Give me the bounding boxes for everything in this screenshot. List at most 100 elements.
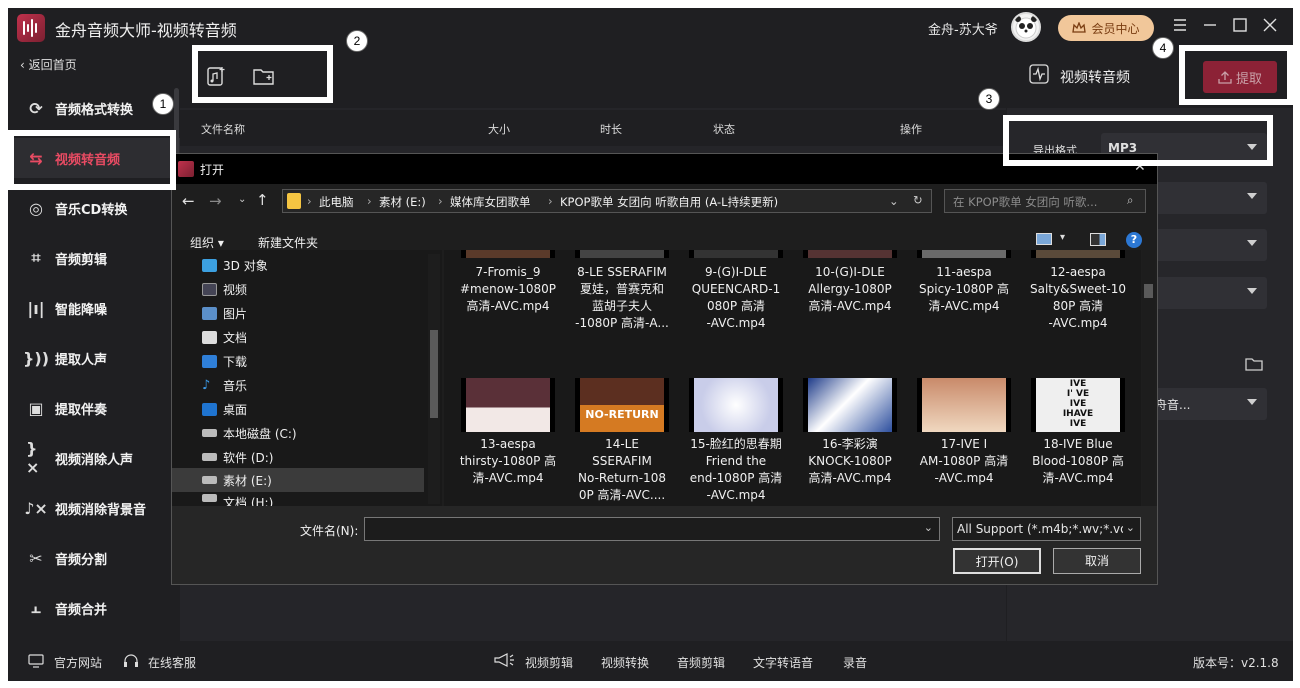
file-item[interactable]: 11-aespa Spicy-1080P 高 清-AVC.mp4 [910, 250, 1018, 350]
file-item[interactable]: 12-aespa Salty&Sweet-10 80P 高清 -AVC.mp4 [1024, 250, 1132, 350]
new-folder-button[interactable]: 新建文件夹 [258, 234, 318, 251]
file-item[interactable]: 8-LE SSERAFIM 夏娃，普赛克和 蓝胡子夫人 -1080P 高清-A.… [568, 250, 676, 350]
extract-voice-icon: })) [23, 348, 50, 368]
close-icon[interactable] [1259, 16, 1281, 38]
footer-link-tts[interactable]: 文字转语音 [753, 654, 813, 671]
file-type-select[interactable]: All Support (*.m4b;*.wv;*.voc ⌄ [952, 517, 1141, 541]
sidebar-item-label: 视频消除背景音 [55, 502, 147, 518]
remove-voice-icon: }× [26, 439, 40, 477]
video-thumbnail: NO-RETURN [575, 378, 669, 432]
forward-arrow-icon[interactable]: → [209, 192, 222, 210]
sidebar-item-extract-voice[interactable]: })) 提取人声 [8, 338, 180, 378]
breadcrumb-item[interactable]: 此电脑 [319, 194, 354, 210]
filename-label: 文件名(N): [300, 524, 359, 538]
address-bar[interactable]: › 此电脑 › 素材 (E:) › 媒体库女团歌单 › KPOP歌单 女团向 听… [282, 189, 932, 213]
sidebar-item-remove-bg-sound[interactable]: ♪× 视频消除背景音 [8, 488, 180, 528]
dialog-search-input[interactable]: 在 KPOP歌单 女团向 听歌... ⌕ [944, 189, 1146, 213]
file-item[interactable]: 15-脸红的思春期 Friend the end-1080P 高清 -AVC.m… [682, 378, 790, 506]
sidebar-item-audio-split[interactable]: ✂ 音频分割 [8, 538, 180, 578]
tree-item-drive-e[interactable]: 素材 (E:) [172, 468, 424, 492]
grid-scrollbar[interactable] [1142, 250, 1155, 506]
sidebar-item-audio-merge[interactable]: ⫠ 音频合并 [8, 588, 180, 628]
tree-item-videos[interactable]: 视频 [202, 278, 247, 300]
sidebar-item-denoise[interactable]: |ı| 智能降噪 [8, 288, 180, 328]
maximize-icon[interactable] [1229, 16, 1251, 38]
column-filename: 文件名称 [201, 123, 245, 136]
avatar[interactable] [1011, 12, 1041, 42]
tree-item-drive-c[interactable]: 本地磁盘 (C:) [202, 422, 297, 444]
film-icon [202, 282, 217, 296]
file-item[interactable]: 10-(G)I-DLE Allergy-1080P 高清-AVC.mp4 [796, 250, 904, 350]
view-dropdown-icon[interactable]: ▾ [1060, 232, 1065, 243]
organize-menu[interactable]: 组织 ▾ [190, 234, 224, 251]
view-mode-icon[interactable] [1036, 233, 1052, 245]
cancel-button[interactable]: 取消 [1053, 548, 1141, 574]
file-name: 10-(G)I-DLE Allergy-1080P 高清-AVC.mp4 [808, 265, 892, 313]
footer-link-video-convert[interactable]: 视频转换 [601, 654, 649, 671]
history-dropdown-icon[interactable]: ⌄ [238, 194, 246, 205]
file-item[interactable]: NO-RETURN 14-LE SSERAFIM No-Return-108 0… [568, 378, 676, 506]
highlight-box-sidebar [8, 130, 176, 190]
breadcrumb-item[interactable]: 素材 (E:) [379, 194, 426, 210]
help-icon[interactable]: ? [1126, 232, 1142, 248]
file-item[interactable]: IVE I' VE IVE IHAVE IVE 18-IVE Blue Bloo… [1024, 378, 1132, 506]
chevron-down-icon[interactable]: ⌄ [889, 194, 899, 208]
file-name: 7-Fromis_9 #menow-1080P 高清-AVC.mp4 [460, 265, 556, 313]
minimize-icon[interactable] [1199, 16, 1221, 38]
filename-input[interactable]: ⌄ [364, 517, 940, 541]
footer-link-record[interactable]: 录音 [843, 654, 867, 671]
chevron-down-icon: ⌄ [923, 521, 933, 534]
refresh-icon[interactable]: ↻ [913, 193, 923, 207]
navigation-tree: 3D 对象 视频 图片 文档 下载 ♪ 音乐 桌面 本地磁盘 (C:) 软件 (D… [172, 250, 442, 506]
folder-icon[interactable] [1245, 356, 1263, 376]
tree-item-3d[interactable]: 3D 对象 [202, 254, 268, 276]
up-arrow-icon[interactable]: ↑ [256, 191, 269, 209]
sidebar-item-audio-cut[interactable]: ⌗ 音频剪辑 [8, 238, 180, 278]
sidebar-item-extract-accompaniment[interactable]: ▣ 提取伴奏 [8, 388, 180, 428]
chevron-down-icon: ⌄ [1125, 521, 1135, 534]
video-thumbnail [917, 250, 1011, 258]
cd-icon: ◎ [29, 198, 43, 218]
tree-item-music[interactable]: ♪ 音乐 [202, 374, 247, 396]
sidebar-item-label: 音乐CD转换 [55, 202, 128, 218]
menu-icon[interactable] [1169, 16, 1191, 38]
desktop-icon [202, 402, 217, 416]
grid-scroll-thumb[interactable] [1144, 284, 1153, 298]
file-item[interactable]: 17-IVE I AM-1080P 高清 -AVC.mp4 [910, 378, 1018, 506]
official-website-link[interactable]: 官方网站 [54, 654, 102, 671]
chevron-left-icon: ‹ [20, 58, 29, 72]
video-thumbnail [461, 378, 555, 432]
file-item[interactable]: 9-(G)I-DLE QUEENCARD-1 080P 高清 -AVC.mp4 [682, 250, 790, 350]
file-item[interactable]: 13-aespa thirsty-1080P 高 清-AVC.mp4 [454, 378, 562, 506]
sidebar-item-label: 音频格式转换 [55, 102, 134, 118]
file-item[interactable]: 7-Fromis_9 #menow-1080P 高清-AVC.mp4 [454, 250, 562, 350]
tree-item-downloads[interactable]: 下载 [202, 350, 247, 372]
tree-item-documents[interactable]: 文档 [202, 326, 247, 348]
tree-scrollbar[interactable] [428, 254, 440, 504]
preview-pane-icon[interactable] [1090, 233, 1106, 246]
online-service-link[interactable]: 在线客服 [148, 654, 196, 671]
member-center-button[interactable]: 会员中心 [1058, 15, 1154, 41]
tree-item-pictures[interactable]: 图片 [202, 302, 247, 324]
back-home-link[interactable]: ‹ 返回首页 [20, 56, 77, 73]
footer-link-audio-edit[interactable]: 音频剪辑 [677, 654, 725, 671]
tree-item-drive-d[interactable]: 软件 (D:) [202, 446, 273, 468]
tree-item-drive-h[interactable]: 文档 (H:) [202, 494, 273, 506]
sidebar-item-cd-convert[interactable]: ◎ 音乐CD转换 [8, 188, 180, 228]
tree-item-label: 3D 对象 [223, 258, 268, 273]
open-button[interactable]: 打开(O) [953, 548, 1041, 574]
sidebar-item-remove-voice[interactable]: }× 视频消除人声 [8, 438, 180, 478]
member-center-label: 会员中心 [1091, 21, 1140, 36]
username[interactable]: 金舟-苏大爷 [928, 19, 998, 38]
footer-link-video-edit[interactable]: 视频剪辑 [525, 654, 573, 671]
step-marker-3: 3 [978, 88, 1000, 110]
tree-item-desktop[interactable]: 桌面 [202, 398, 247, 420]
breadcrumb-item[interactable]: 媒体库女团歌单 [450, 194, 531, 210]
file-name: 9-(G)I-DLE QUEENCARD-1 080P 高清 -AVC.mp4 [691, 265, 781, 330]
breadcrumb-item[interactable]: KPOP歌单 女团向 听歌自用 (A-L持续更新) [560, 194, 778, 210]
table-header: 文件名称 大小 时长 状态 操作 [180, 110, 1006, 146]
back-arrow-icon[interactable]: ← [182, 192, 195, 210]
file-item[interactable]: 16-李彩演 KNOCK-1080P 高清-AVC.mp4 [796, 378, 904, 506]
tree-scroll-thumb[interactable] [430, 330, 438, 418]
breadcrumb-separator: › [438, 194, 443, 208]
